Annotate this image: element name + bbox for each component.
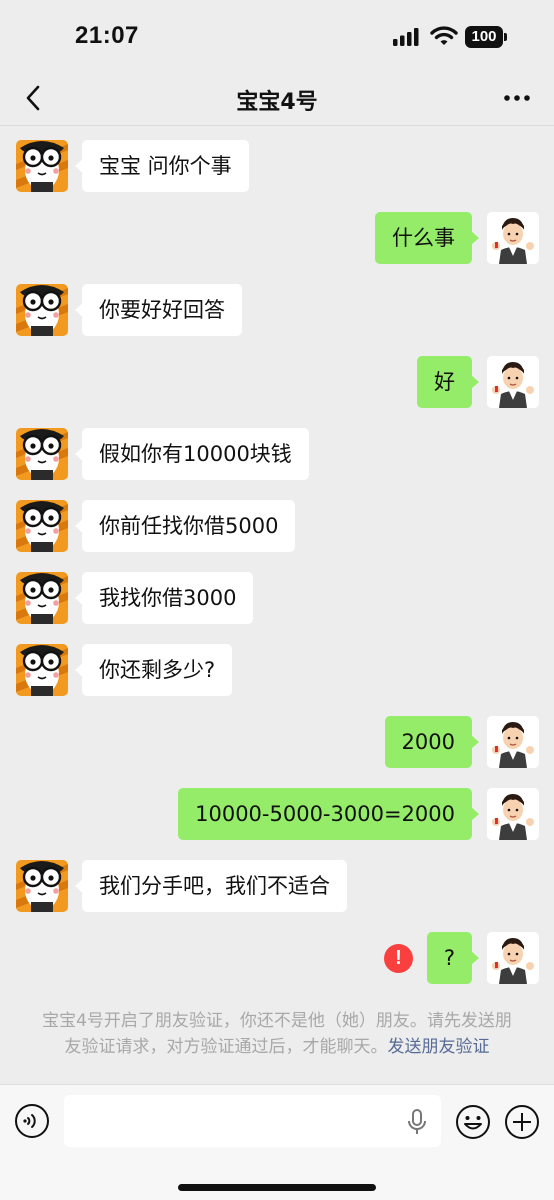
microphone-icon[interactable] (406, 1109, 428, 1135)
message-bubble-incoming[interactable]: 我找你借3000 (74, 572, 254, 624)
message-row: 2000 (0, 716, 554, 768)
self-avatar[interactable] (487, 212, 539, 264)
message-row: ! ? (0, 932, 554, 984)
message-bubble-outgoing[interactable]: 2000 (384, 716, 480, 768)
message-row: 假如你有10000块钱 (0, 428, 554, 480)
voice-mode-icon[interactable] (14, 1103, 50, 1139)
self-avatar[interactable] (487, 356, 539, 408)
send-verification-link[interactable]: 发送朋友验证 (388, 1037, 490, 1057)
message-row: 你还剩多少? (0, 644, 554, 696)
self-avatar[interactable] (487, 716, 539, 768)
message-row: 我们分手吧，我们不适合 (0, 860, 554, 912)
contact-avatar[interactable] (16, 644, 68, 696)
contact-avatar[interactable] (16, 284, 68, 336)
message-list[interactable]: 宝宝 问你个事 什么事 你要好好回答 好 假如你有10000块钱 你前任找你借5… (0, 126, 554, 1084)
status-bar: 21:07 100 (0, 0, 554, 70)
message-bubble-outgoing[interactable]: 10000-5000-3000=2000 (178, 788, 479, 840)
contact-avatar[interactable] (16, 140, 68, 192)
more-options-icon[interactable] (498, 82, 538, 114)
status-time: 21:07 (75, 22, 139, 49)
battery-indicator: 100 (465, 26, 503, 48)
message-row: 什么事 (0, 212, 554, 264)
plus-icon[interactable] (503, 1103, 541, 1141)
message-bubble-incoming[interactable]: 你还剩多少? (74, 644, 233, 696)
message-row: 宝宝 问你个事 (0, 140, 554, 192)
emoji-icon[interactable] (454, 1103, 492, 1141)
message-bubble-outgoing[interactable]: ? (426, 932, 480, 984)
message-row: 你要好好回答 (0, 284, 554, 336)
cellular-signal-icon (393, 28, 419, 46)
friend-verification-notice: 宝宝4号开启了朋友验证，你还不是他（她）朋友。请先发送朋友验证请求，对方验证通过… (40, 1008, 514, 1060)
contact-avatar[interactable] (16, 500, 68, 552)
message-bubble-outgoing[interactable]: 什么事 (375, 212, 479, 264)
message-bubble-outgoing[interactable]: 好 (417, 356, 479, 408)
message-row: 好 (0, 356, 554, 408)
self-avatar[interactable] (487, 788, 539, 840)
self-avatar[interactable] (487, 932, 539, 984)
message-bubble-incoming[interactable]: 宝宝 问你个事 (75, 140, 249, 192)
message-row: 10000-5000-3000=2000 (0, 788, 554, 840)
contact-avatar[interactable] (16, 860, 68, 912)
message-bubble-incoming[interactable]: 我们分手吧，我们不适合 (75, 860, 347, 912)
chat-header: 宝宝4号 (0, 70, 554, 126)
chat-title: 宝宝4号 (236, 90, 318, 115)
contact-avatar[interactable] (16, 572, 68, 624)
message-row: 我找你借3000 (0, 572, 554, 624)
message-input[interactable] (64, 1095, 441, 1147)
home-indicator (178, 1184, 376, 1191)
contact-avatar[interactable] (16, 428, 68, 480)
message-bubble-incoming[interactable]: 你要好好回答 (75, 284, 242, 336)
battery-tip (504, 33, 507, 41)
input-bar (0, 1084, 554, 1200)
wifi-icon (430, 26, 458, 45)
message-bubble-incoming[interactable]: 假如你有10000块钱 (75, 428, 309, 480)
message-row: 你前任找你借5000 (0, 500, 554, 552)
send-failed-icon[interactable]: ! (384, 944, 413, 973)
message-bubble-incoming[interactable]: 你前任找你借5000 (74, 500, 296, 552)
